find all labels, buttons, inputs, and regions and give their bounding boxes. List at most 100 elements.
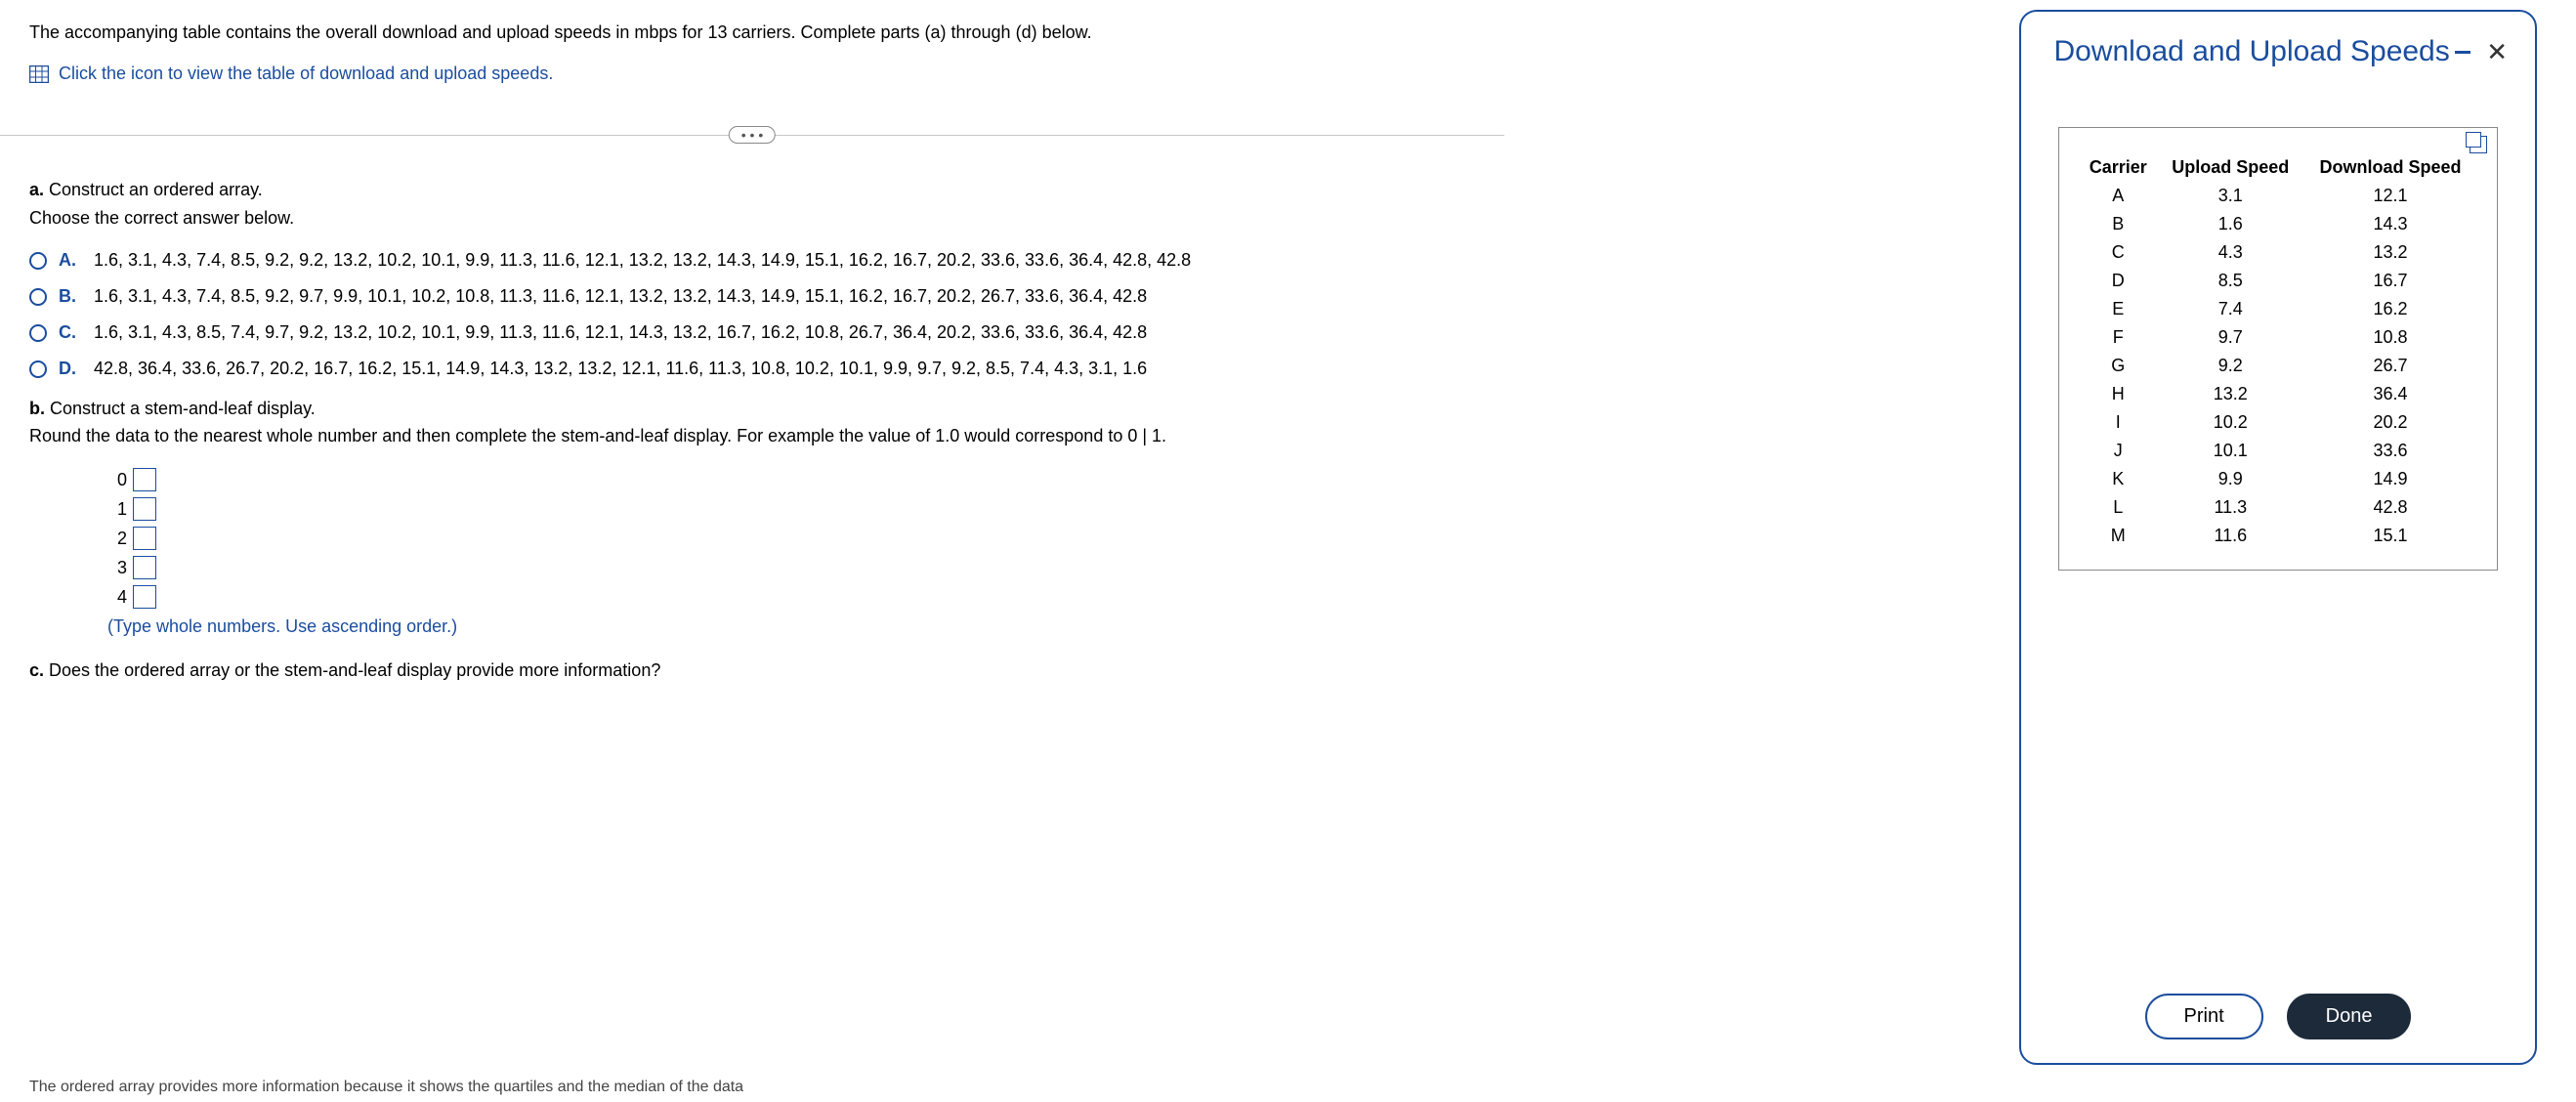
table-row: M11.615.1 <box>2079 522 2477 550</box>
part-a-prompt: Construct an ordered array. <box>49 180 263 199</box>
cell-download: 10.8 <box>2303 323 2477 352</box>
cell-download: 16.2 <box>2303 295 2477 323</box>
intro-text: The accompanying table contains the over… <box>29 20 1475 46</box>
stem-label-3: 3 <box>107 558 127 578</box>
main-question-panel: The accompanying table contains the over… <box>0 0 1504 722</box>
radio-b[interactable] <box>29 288 47 306</box>
stem-row-2: 2 <box>107 527 1475 550</box>
cell-download: 14.9 <box>2303 465 2477 493</box>
radio-d[interactable] <box>29 360 47 378</box>
view-table-link-row[interactable]: Click the icon to view the table of down… <box>29 64 1475 84</box>
cell-download: 14.3 <box>2303 210 2477 238</box>
cell-download: 20.2 <box>2303 408 2477 437</box>
option-c-text: 1.6, 3.1, 4.3, 8.5, 7.4, 9.7, 9.2, 13.2,… <box>94 322 1475 343</box>
cell-carrier: E <box>2079 295 2158 323</box>
speeds-table: Carrier Upload Speed Download Speed A3.1… <box>2079 153 2477 550</box>
cell-upload: 9.2 <box>2158 352 2304 380</box>
table-header-row: Carrier Upload Speed Download Speed <box>2079 153 2477 182</box>
part-b-block: b. Construct a stem-and-leaf display. Ro… <box>29 395 1475 451</box>
part-c-prefix: c. <box>29 660 44 680</box>
cell-carrier: H <box>2079 380 2158 408</box>
table-body: A3.112.1 B1.614.3 C4.313.2 D8.516.7 E7.4… <box>2079 182 2477 550</box>
view-table-link-text[interactable]: Click the icon to view the table of down… <box>59 64 553 84</box>
mc-options: A. 1.6, 3.1, 4.3, 7.4, 8.5, 9.2, 9.2, 13… <box>29 250 1475 379</box>
close-icon[interactable]: ✕ <box>2486 39 2508 64</box>
leaf-input-1[interactable] <box>133 497 156 521</box>
cell-carrier: K <box>2079 465 2158 493</box>
table-icon <box>29 65 49 83</box>
cell-carrier: F <box>2079 323 2158 352</box>
option-d-text: 42.8, 36.4, 33.6, 26.7, 20.2, 16.7, 16.2… <box>94 359 1475 379</box>
option-c-row[interactable]: C. 1.6, 3.1, 4.3, 8.5, 7.4, 9.7, 9.2, 13… <box>29 322 1475 343</box>
cell-upload: 11.6 <box>2158 522 2304 550</box>
cell-download: 15.1 <box>2303 522 2477 550</box>
stem-row-1: 1 <box>107 497 1475 521</box>
cell-carrier: L <box>2079 493 2158 522</box>
part-b-prompt: Construct a stem-and-leaf display. <box>50 399 316 418</box>
print-button[interactable]: Print <box>2145 994 2263 1039</box>
cell-upload: 3.1 <box>2158 182 2304 210</box>
stem-row-4: 4 <box>107 585 1475 609</box>
stem-label-0: 0 <box>107 470 127 490</box>
minimize-icon[interactable] <box>2455 51 2470 54</box>
stem-row-3: 3 <box>107 556 1475 579</box>
cell-carrier: I <box>2079 408 2158 437</box>
leaf-input-4[interactable] <box>133 585 156 609</box>
cell-download: 12.1 <box>2303 182 2477 210</box>
col-upload: Upload Speed <box>2158 153 2304 182</box>
cell-download: 36.4 <box>2303 380 2477 408</box>
table-row: G9.226.7 <box>2079 352 2477 380</box>
option-b-row[interactable]: B. 1.6, 3.1, 4.3, 7.4, 8.5, 9.2, 9.7, 9.… <box>29 286 1475 307</box>
option-d-row[interactable]: D. 42.8, 36.4, 33.6, 26.7, 20.2, 16.7, 1… <box>29 359 1475 379</box>
part-b-prefix: b. <box>29 399 45 418</box>
popup-window-controls: ✕ <box>2455 39 2508 64</box>
cell-carrier: C <box>2079 238 2158 267</box>
cell-upload: 13.2 <box>2158 380 2304 408</box>
done-button[interactable]: Done <box>2287 994 2412 1039</box>
col-carrier: Carrier <box>2079 153 2158 182</box>
option-a-letter: A. <box>59 250 82 271</box>
part-a-instruction: Choose the correct answer below. <box>29 204 1475 233</box>
radio-c[interactable] <box>29 324 47 342</box>
cell-carrier: G <box>2079 352 2158 380</box>
cell-upload: 11.3 <box>2158 493 2304 522</box>
leaf-input-0[interactable] <box>133 468 156 491</box>
cutoff-option-text: The ordered array provides more informat… <box>29 1079 1006 1096</box>
expand-ellipsis-button[interactable]: • • • <box>729 126 776 144</box>
stem-label-4: 4 <box>107 587 127 608</box>
cell-download: 16.7 <box>2303 267 2477 295</box>
option-b-text: 1.6, 3.1, 4.3, 7.4, 8.5, 9.2, 9.7, 9.9, … <box>94 286 1475 307</box>
cell-upload: 9.7 <box>2158 323 2304 352</box>
cell-upload: 4.3 <box>2158 238 2304 267</box>
copy-icon[interactable] <box>2470 136 2487 153</box>
table-row: C4.313.2 <box>2079 238 2477 267</box>
data-table-wrap: Carrier Upload Speed Download Speed A3.1… <box>2058 127 2498 571</box>
stem-label-2: 2 <box>107 529 127 549</box>
cell-carrier: J <box>2079 437 2158 465</box>
cell-download: 13.2 <box>2303 238 2477 267</box>
col-download: Download Speed <box>2303 153 2477 182</box>
table-row: F9.710.8 <box>2079 323 2477 352</box>
stem-label-1: 1 <box>107 499 127 520</box>
leaf-input-2[interactable] <box>133 527 156 550</box>
part-b-instruction: Round the data to the nearest whole numb… <box>29 422 1475 450</box>
cell-carrier: B <box>2079 210 2158 238</box>
table-row: L11.342.8 <box>2079 493 2477 522</box>
leaf-input-3[interactable] <box>133 556 156 579</box>
popup-footer: Print Done <box>2048 964 2508 1039</box>
table-row: K9.914.9 <box>2079 465 2477 493</box>
table-row: D8.516.7 <box>2079 267 2477 295</box>
stem-row-0: 0 <box>107 468 1475 491</box>
cell-download: 26.7 <box>2303 352 2477 380</box>
option-b-letter: B. <box>59 286 82 307</box>
option-a-row[interactable]: A. 1.6, 3.1, 4.3, 7.4, 8.5, 9.2, 9.2, 13… <box>29 250 1475 271</box>
table-row: I10.220.2 <box>2079 408 2477 437</box>
stem-leaf-helper: (Type whole numbers. Use ascending order… <box>107 616 1475 637</box>
cell-upload: 8.5 <box>2158 267 2304 295</box>
table-row: A3.112.1 <box>2079 182 2477 210</box>
radio-a[interactable] <box>29 252 47 270</box>
cell-upload: 7.4 <box>2158 295 2304 323</box>
cell-carrier: M <box>2079 522 2158 550</box>
table-row: H13.236.4 <box>2079 380 2477 408</box>
option-a-text: 1.6, 3.1, 4.3, 7.4, 8.5, 9.2, 9.2, 13.2,… <box>94 250 1475 271</box>
